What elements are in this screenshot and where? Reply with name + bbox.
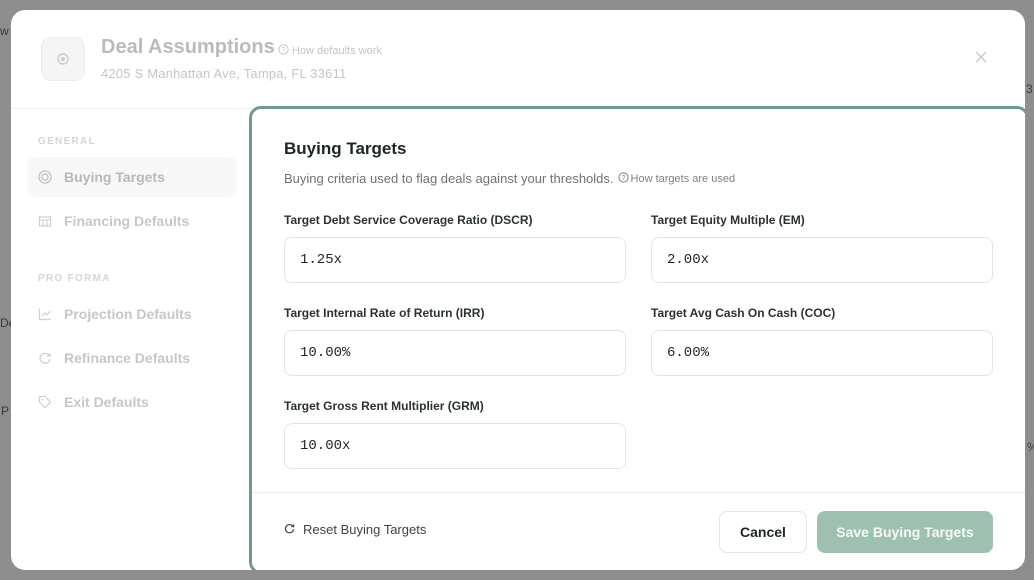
coc-label: Target Avg Cash On Cash (COC) xyxy=(651,306,836,320)
background-fragment: % xyxy=(1027,440,1034,454)
background-fragment: 3 xyxy=(1026,82,1033,96)
sidebar-item-label: Buying Targets xyxy=(64,169,165,185)
footer-divider xyxy=(252,492,1025,493)
property-address: 4205 S Manhattan Ave, Tampa, FL 33611 xyxy=(101,66,347,81)
sidebar-item-label: Refinance Defaults xyxy=(64,350,191,366)
irr-input[interactable] xyxy=(284,330,626,376)
modal-title: Deal Assumptions xyxy=(101,36,275,58)
grm-label: Target Gross Rent Multiplier (GRM) xyxy=(284,399,484,413)
panel-title: Buying Targets xyxy=(284,139,407,158)
save-buying-targets-button[interactable]: Save Buying Targets xyxy=(817,511,993,553)
nav-section-general: GENERAL xyxy=(38,136,96,147)
close-icon[interactable] xyxy=(973,50,989,66)
buying-targets-panel: Buying Targets Buying criteria used to f… xyxy=(249,106,1025,570)
modal-header: Deal Assumptions ? How defaults work 420… xyxy=(11,10,1025,108)
panel-description-text: Buying criteria used to flag deals again… xyxy=(284,171,614,186)
help-link-label: How defaults work xyxy=(292,45,382,57)
deal-assumptions-modal: Deal Assumptions ? How defaults work 420… xyxy=(11,10,1025,570)
how-defaults-work-link[interactable]: ? How defaults work xyxy=(278,44,382,58)
background-fragment: w xyxy=(0,24,9,38)
how-targets-are-used-link[interactable]: ? How targets are used xyxy=(617,171,736,186)
dscr-input[interactable] xyxy=(284,237,626,283)
sidebar-item-buying-targets[interactable]: Buying Targets xyxy=(27,157,237,197)
irr-label: Target Internal Rate of Return (IRR) xyxy=(284,306,485,320)
grm-input[interactable] xyxy=(284,423,626,469)
reset-buying-targets-button[interactable]: Reset Buying Targets xyxy=(284,522,426,537)
dscr-label: Target Debt Service Coverage Ratio (DSCR… xyxy=(284,213,533,227)
chart-icon xyxy=(38,307,52,321)
svg-text:?: ? xyxy=(282,47,286,54)
bank-icon xyxy=(38,214,52,228)
sidebar-item-financing-defaults[interactable]: Financing Defaults xyxy=(27,201,237,241)
reset-icon xyxy=(284,522,295,537)
target-icon xyxy=(38,170,52,184)
sidebar-nav: GENERAL Buying Targets Financing Default… xyxy=(11,109,251,570)
sidebar-item-refinance-defaults[interactable]: Refinance Defaults xyxy=(27,338,237,378)
sidebar-item-label: Financing Defaults xyxy=(64,213,190,229)
svg-text:?: ? xyxy=(621,175,625,182)
sidebar-item-exit-defaults[interactable]: Exit Defaults xyxy=(27,382,237,422)
reset-label: Reset Buying Targets xyxy=(303,522,427,537)
sidebar-item-label: Projection Defaults xyxy=(64,306,192,322)
em-input[interactable] xyxy=(651,237,993,283)
em-label: Target Equity Multiple (EM) xyxy=(651,213,805,227)
background-fragment: P xyxy=(1,404,10,418)
panel-description: Buying criteria used to flag deals again… xyxy=(284,171,735,186)
sidebar-item-label: Exit Defaults xyxy=(64,394,149,410)
help-link-label: How targets are used xyxy=(630,172,736,185)
help-icon: ? xyxy=(278,44,289,58)
coc-input[interactable] xyxy=(651,330,993,376)
help-icon: ? xyxy=(617,171,629,186)
nav-section-pro-forma: PRO FORMA xyxy=(38,273,111,284)
refresh-icon xyxy=(38,351,52,365)
sidebar-item-projection-defaults[interactable]: Projection Defaults xyxy=(27,294,237,334)
settings-icon xyxy=(41,37,85,81)
cancel-button[interactable]: Cancel xyxy=(719,511,807,553)
tag-icon xyxy=(38,395,52,409)
